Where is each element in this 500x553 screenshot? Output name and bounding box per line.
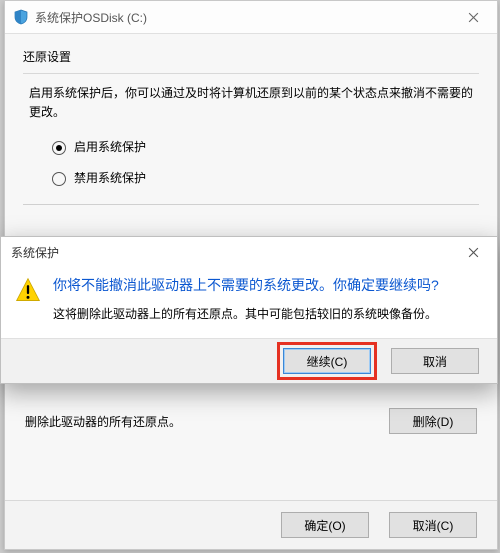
ok-button[interactable]: 确定(O) [281,512,369,538]
window-title: 系统保护OSDisk (C:) [35,9,147,26]
titlebar: 系统保护OSDisk (C:) [5,1,497,34]
dialog-titlebar: 系统保护 [1,237,497,267]
restore-description: 启用系统保护后，你可以通过及时将计算机还原到以前的某个状态点来撤消不需要的更改。 [29,84,479,122]
protection-radio-group: 启用系统保护 禁用系统保护 [47,138,479,186]
delete-row: 删除此驱动器的所有还原点。 删除(D) [25,408,477,434]
dialog-close-button[interactable] [455,241,491,263]
dialog-title: 系统保护 [11,244,59,261]
radio-disable-input[interactable] [52,172,66,186]
cancel-button[interactable]: 取消(C) [389,512,477,538]
warning-icon [15,277,41,303]
divider [23,204,479,205]
confirm-dialog: 系统保护 你将不能撤消此驱动器上不需要的系统更改。你确定要继续吗? 这将删除此驱… [0,236,498,384]
close-icon [468,12,479,23]
continue-highlight: 继续(C) [277,342,377,380]
radio-disable-protection[interactable]: 禁用系统保护 [47,169,479,186]
divider [23,73,479,74]
window-button-bar: 确定(O) 取消(C) [5,500,497,549]
delete-button[interactable]: 删除(D) [389,408,477,434]
dialog-heading: 你将不能撤消此驱动器上不需要的系统更改。你确定要继续吗? [53,275,479,295]
delete-description: 删除此驱动器的所有还原点。 [25,413,181,430]
radio-enable-protection[interactable]: 启用系统保护 [47,138,479,155]
radio-enable-label: 启用系统保护 [74,138,146,155]
radio-disable-label: 禁用系统保护 [74,169,146,186]
restore-section-title: 还原设置 [23,48,479,65]
dialog-cancel-button[interactable]: 取消 [391,348,479,374]
shield-icon [13,9,29,25]
radio-enable-input[interactable] [52,141,66,155]
dialog-text: 你将不能撤消此驱动器上不需要的系统更改。你确定要继续吗? 这将删除此驱动器上的所… [53,275,479,324]
window-close-button[interactable] [455,5,491,29]
dialog-subtext: 这将删除此驱动器上的所有还原点。其中可能包括较旧的系统映像备份。 [53,305,479,324]
close-icon [468,247,479,258]
continue-button[interactable]: 继续(C) [283,348,371,374]
dialog-body: 你将不能撤消此驱动器上不需要的系统更改。你确定要继续吗? 这将删除此驱动器上的所… [1,267,497,338]
dialog-button-bar: 继续(C) 取消 [1,338,497,383]
